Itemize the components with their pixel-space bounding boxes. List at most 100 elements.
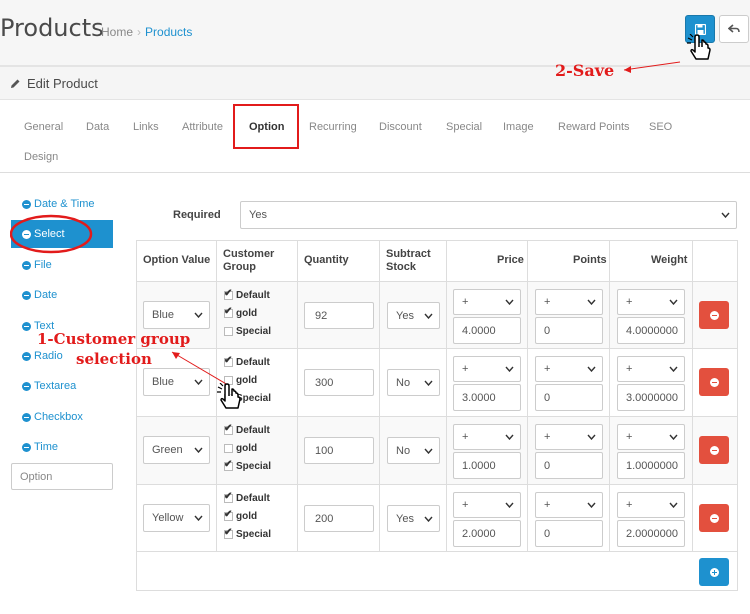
checkbox-box[interactable]: [224, 306, 233, 318]
subtract-stock-select[interactable]: No: [387, 437, 440, 464]
hand-cursor-icon: [217, 383, 241, 409]
chevron-down-icon: [587, 434, 596, 440]
option-nav-file[interactable]: File: [22, 259, 52, 271]
points-prefix-select[interactable]: +: [535, 356, 603, 382]
remove-option-value-button[interactable]: [699, 301, 729, 329]
minus-circle-icon: [22, 260, 31, 270]
subtract-stock-select[interactable]: Yes: [387, 505, 440, 532]
col-option-value: Option Value: [143, 254, 211, 266]
tab-links[interactable]: Links: [133, 121, 159, 133]
price-input[interactable]: 2.0000: [453, 520, 521, 547]
remove-option-value-button[interactable]: [699, 368, 729, 396]
customer-group-checkbox-gold[interactable]: gold: [224, 306, 257, 319]
page-header: Products Home › Products: [0, 0, 750, 66]
weight-prefix-select[interactable]: +: [617, 424, 685, 450]
subtract-stock-select[interactable]: No: [387, 369, 440, 396]
customer-group-checkbox-special[interactable]: Special: [224, 459, 271, 472]
checkbox-box[interactable]: [224, 423, 233, 435]
points-prefix-select[interactable]: +: [535, 289, 603, 315]
add-option-value-button[interactable]: [699, 558, 729, 586]
price-prefix-select[interactable]: +: [453, 356, 521, 382]
option-nav-date-time[interactable]: Date & Time: [22, 198, 95, 210]
price-prefix-select[interactable]: +: [453, 424, 521, 450]
quantity-input[interactable]: 200: [304, 505, 374, 532]
minus-circle-icon: [22, 321, 31, 331]
weight-prefix-select[interactable]: +: [617, 356, 685, 382]
customer-group-checkbox-default[interactable]: Default: [224, 423, 270, 436]
customer-group-checkbox-default[interactable]: Default: [224, 355, 270, 368]
tab-special[interactable]: Special: [446, 121, 482, 133]
back-button[interactable]: [719, 15, 749, 43]
minus-circle-icon: [22, 199, 31, 209]
option-nav-checkbox[interactable]: Checkbox: [22, 411, 83, 423]
weight-prefix-select[interactable]: +: [617, 289, 685, 315]
points-input[interactable]: 0: [535, 452, 603, 479]
checkbox-box[interactable]: [224, 509, 233, 521]
customer-group-checkbox-default[interactable]: Default: [224, 491, 270, 504]
tab-image[interactable]: Image: [503, 121, 534, 133]
required-select[interactable]: Yes: [240, 201, 737, 229]
points-input[interactable]: 0: [535, 317, 603, 344]
tab-design[interactable]: Design: [24, 151, 58, 163]
tab-general[interactable]: General: [24, 121, 63, 133]
price-input[interactable]: 3.0000: [453, 384, 521, 411]
points-input[interactable]: 0: [535, 520, 603, 547]
remove-option-value-button[interactable]: [699, 436, 729, 464]
option-value-select[interactable]: Green: [143, 436, 210, 464]
quantity-input[interactable]: 100: [304, 437, 374, 464]
price-input[interactable]: 1.0000: [453, 452, 521, 479]
option-nav-time[interactable]: Time: [22, 441, 58, 453]
checkbox-box[interactable]: [224, 459, 233, 471]
option-nav-textarea[interactable]: Textarea: [22, 380, 76, 392]
quantity-input[interactable]: 300: [304, 369, 374, 396]
subtract-stock-select[interactable]: Yes: [387, 302, 440, 329]
col-points: Points: [573, 254, 607, 266]
breadcrumb-products[interactable]: Products: [145, 25, 192, 39]
option-nav-radio[interactable]: Radio: [22, 350, 63, 362]
price-prefix-select[interactable]: +: [453, 289, 521, 315]
price-prefix-select[interactable]: +: [453, 492, 521, 518]
tab-data[interactable]: Data: [86, 121, 109, 133]
tab-attribute[interactable]: Attribute: [182, 121, 223, 133]
remove-option-value-button[interactable]: [699, 504, 729, 532]
tab-reward-points[interactable]: Reward Points: [558, 121, 630, 133]
option-tab-highlight: [233, 104, 299, 149]
tab-seo[interactable]: SEO: [649, 121, 672, 133]
customer-group-checkbox-gold[interactable]: gold: [224, 443, 257, 454]
tab-discount[interactable]: Discount: [379, 121, 422, 133]
option-value-select[interactable]: Blue: [143, 368, 210, 396]
points-prefix-select[interactable]: +: [535, 424, 603, 450]
checkbox-box[interactable]: [224, 355, 233, 367]
checkbox-box[interactable]: [224, 527, 233, 539]
checkbox-box[interactable]: [224, 327, 233, 336]
weight-input[interactable]: 1.0000000: [617, 452, 685, 479]
option-nav-date[interactable]: Date: [22, 289, 57, 301]
panel-heading: Edit Product: [0, 67, 750, 100]
minus-circle-icon: [22, 442, 31, 452]
weight-input[interactable]: 4.0000000: [617, 317, 685, 344]
col-quantity: Quantity: [304, 254, 349, 266]
weight-input[interactable]: 2.0000000: [617, 520, 685, 547]
pencil-icon: [11, 79, 20, 88]
breadcrumb-home[interactable]: Home: [101, 25, 133, 39]
weight-input[interactable]: 3.0000000: [617, 384, 685, 411]
chevron-down-icon: [669, 502, 678, 508]
option-value-select[interactable]: Blue: [143, 301, 210, 329]
checkbox-box[interactable]: [224, 491, 233, 503]
tab-recurring[interactable]: Recurring: [309, 121, 357, 133]
chevron-down-icon: [424, 516, 433, 522]
points-input[interactable]: 0: [535, 384, 603, 411]
checkbox-box[interactable]: [224, 444, 233, 453]
customer-group-checkbox-default[interactable]: Default: [224, 288, 270, 301]
customer-group-checkbox-special[interactable]: Special: [224, 326, 271, 337]
quantity-input[interactable]: 92: [304, 302, 374, 329]
checkbox-box[interactable]: [224, 288, 233, 300]
weight-prefix-select[interactable]: +: [617, 492, 685, 518]
hand-cursor-icon: [687, 34, 711, 60]
option-autocomplete-input[interactable]: Option: [11, 463, 113, 490]
customer-group-checkbox-special[interactable]: Special: [224, 527, 271, 540]
price-input[interactable]: 4.0000: [453, 317, 521, 344]
customer-group-checkbox-gold[interactable]: gold: [224, 509, 257, 522]
points-prefix-select[interactable]: +: [535, 492, 603, 518]
option-value-select[interactable]: Yellow: [143, 504, 210, 532]
